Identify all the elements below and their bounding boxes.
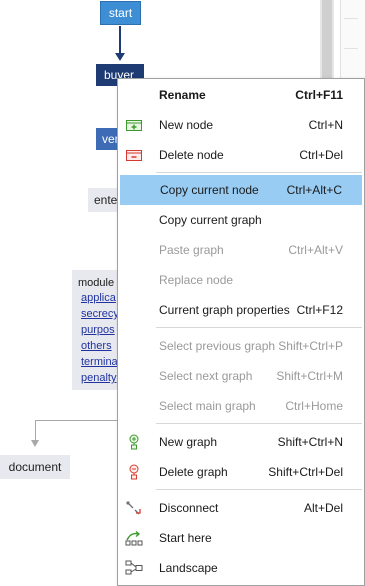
delete-node-icon: [125, 147, 143, 163]
menu-item-delete-graph[interactable]: Delete graph Shift+Ctrl+Del: [119, 457, 363, 487]
menu-item-shortcut: Alt+Del: [303, 501, 343, 515]
module-link[interactable]: penalty: [78, 370, 120, 386]
menu-item-replace-node[interactable]: Replace node: [119, 265, 363, 295]
new-node-icon: [125, 117, 143, 133]
menu-item-shortcut: Ctrl+Alt+C: [286, 183, 342, 197]
menu-item-rename[interactable]: Rename Ctrl+F11: [119, 80, 363, 110]
disconnect-icon: [125, 500, 143, 516]
menu-item-copy-current-graph[interactable]: Copy current graph: [119, 205, 363, 235]
node-start-label: start: [108, 6, 133, 20]
menu-item-new-graph[interactable]: New graph Shift+Ctrl+N: [119, 427, 363, 457]
menu-item-shortcut: Ctrl+N: [308, 118, 343, 132]
edge-start-buyer: [119, 26, 121, 54]
menu-item-label: Select main graph: [159, 399, 256, 413]
menu-item-label: Delete node: [159, 148, 224, 162]
new-graph-icon: [125, 434, 143, 450]
node-start[interactable]: start: [100, 1, 141, 25]
menu-item-shortcut: Ctrl+F11: [295, 88, 343, 102]
menu-item-shortcut: Shift+Ctrl+M: [276, 369, 343, 383]
delete-graph-icon: [125, 464, 143, 480]
menu-item-label: New node: [159, 118, 214, 132]
module-title: module: [78, 277, 115, 289]
edge-document: [35, 420, 117, 421]
menu-item-label: Select previous graph: [159, 339, 276, 353]
node-enter-label: ente: [94, 193, 118, 207]
menu-item-shortcut: Ctrl+F12: [296, 303, 343, 317]
menu-item-landscape[interactable]: Landscape: [119, 553, 363, 583]
node-document-label: document: [8, 460, 62, 474]
panel-divider: [344, 18, 358, 19]
module-link[interactable]: others: [78, 338, 120, 354]
menu-item-shortcut: Shift+Ctrl+P: [278, 339, 343, 353]
menu-item-label: Current graph properties: [159, 303, 290, 317]
menu-item-new-node[interactable]: New node Ctrl+N: [119, 110, 363, 140]
menu-item-label: Landscape: [159, 561, 218, 575]
menu-item-label: New graph: [159, 435, 218, 449]
edge-document: [35, 420, 36, 440]
menu-item-start-here[interactable]: Start here: [119, 523, 363, 553]
menu-item-select-previous-graph[interactable]: Select previous graph Shift+Ctrl+P: [119, 331, 363, 361]
menu-separator: [156, 423, 362, 424]
module-link[interactable]: secrecy: [78, 306, 120, 322]
menu-separator: [156, 489, 362, 490]
menu-item-shortcut: Ctrl+Alt+V: [288, 243, 343, 257]
menu-item-label: Copy current node: [160, 183, 259, 197]
menu-item-shortcut: Shift+Ctrl+Del: [268, 465, 343, 479]
menu-item-label: Rename: [159, 88, 206, 102]
menu-item-label: Paste graph: [159, 243, 224, 257]
menu-item-copy-current-node[interactable]: Copy current node Ctrl+Alt+C: [120, 175, 362, 205]
edge-arrowhead: [31, 440, 39, 447]
menu-item-delete-node[interactable]: Delete node Ctrl+Del: [119, 140, 363, 170]
landscape-icon: [125, 560, 143, 576]
module-node[interactable]: module applica secrecy purpos others ter…: [72, 270, 120, 390]
module-link[interactable]: applica: [78, 290, 120, 306]
menu-item-paste-graph[interactable]: Paste graph Ctrl+Alt+V: [119, 235, 363, 265]
menu-item-label: Disconnect: [159, 501, 219, 515]
menu-item-label: Replace node: [159, 273, 234, 287]
module-link[interactable]: termina: [78, 354, 120, 370]
module-link[interactable]: purpos: [78, 322, 120, 338]
menu-item-label: Select next graph: [159, 369, 253, 383]
menu-item-disconnect[interactable]: Disconnect Alt+Del: [119, 493, 363, 523]
node-enter[interactable]: ente: [88, 188, 120, 212]
menu-separator: [156, 172, 362, 173]
menu-item-shortcut: Ctrl+Del: [299, 148, 343, 162]
menu-item-label: Delete graph: [159, 465, 228, 479]
node-document[interactable]: document: [0, 455, 70, 479]
menu-item-select-main-graph[interactable]: Select main graph Ctrl+Home: [119, 391, 363, 421]
context-menu: Rename Ctrl+F11 New node Ctrl+N Delete n…: [117, 78, 365, 586]
menu-item-shortcut: Ctrl+Home: [285, 399, 343, 413]
menu-item-shortcut: Shift+Ctrl+N: [277, 435, 343, 449]
edge-arrowhead: [115, 53, 125, 61]
panel-divider: [344, 48, 358, 49]
menu-separator: [156, 327, 362, 328]
menu-item-current-graph-properties[interactable]: Current graph properties Ctrl+F12: [119, 295, 363, 325]
menu-item-label: Start here: [159, 531, 212, 545]
menu-item-select-next-graph[interactable]: Select next graph Shift+Ctrl+M: [119, 361, 363, 391]
start-here-icon: [125, 530, 143, 546]
menu-item-label: Copy current graph: [159, 213, 262, 227]
